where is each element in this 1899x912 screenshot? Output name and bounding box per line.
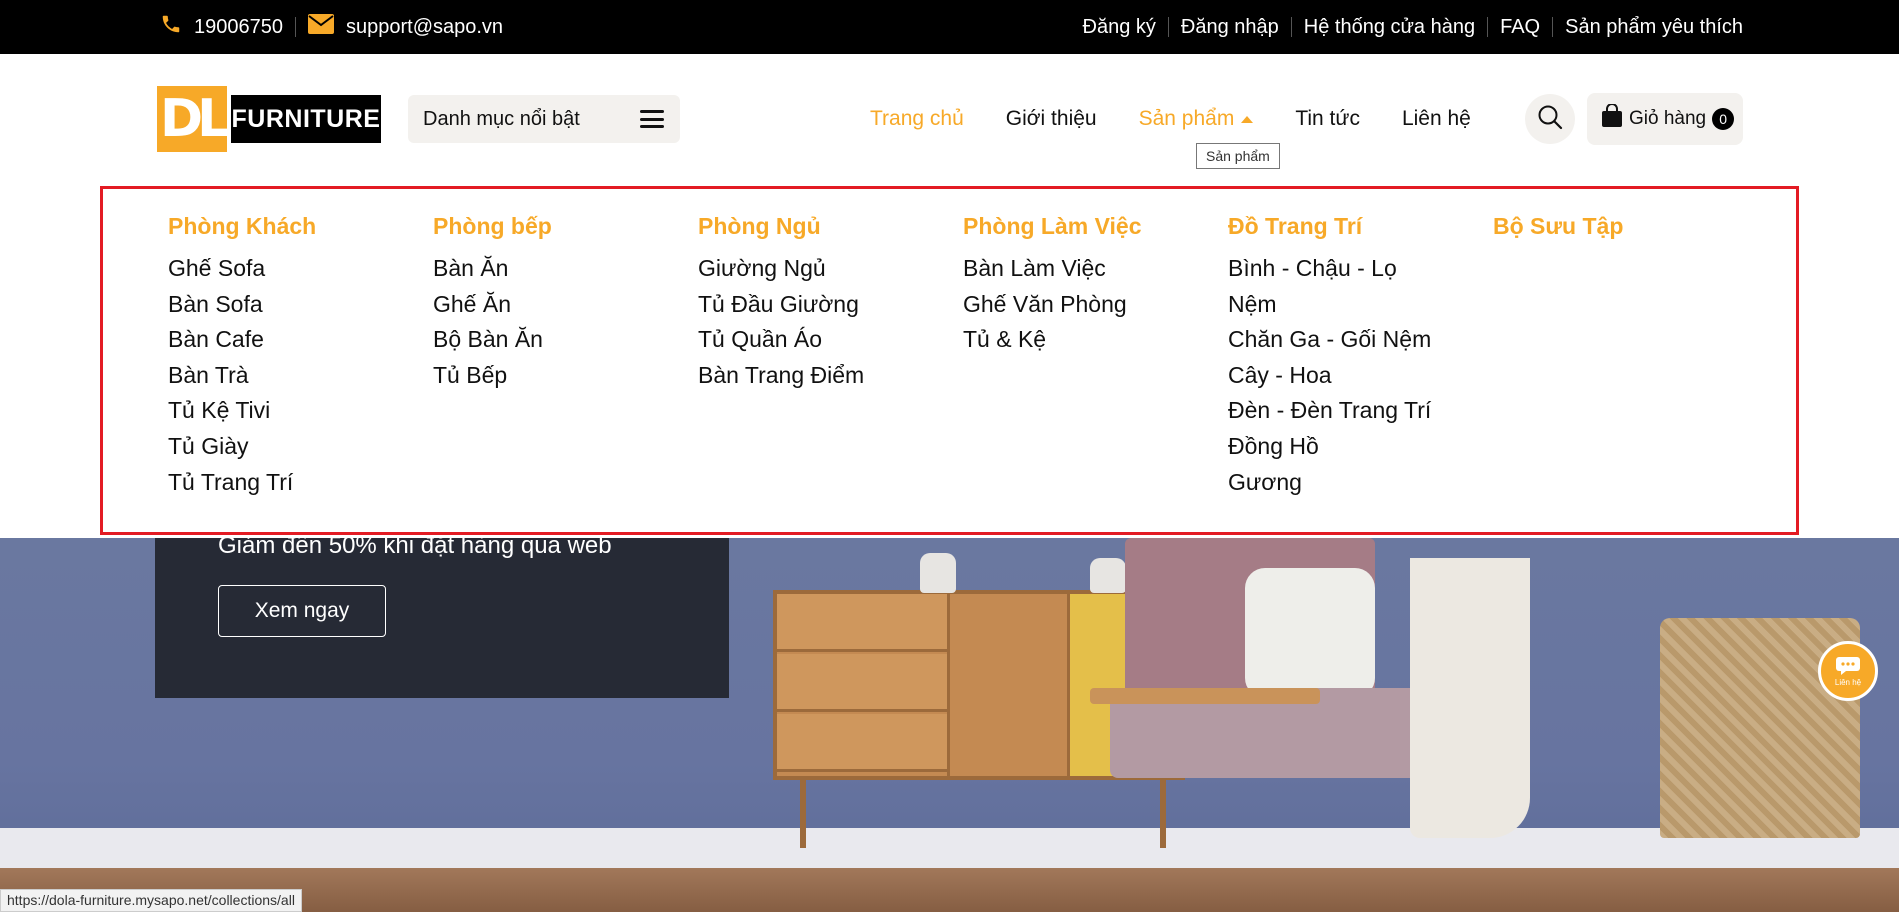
- menu-item[interactable]: Tủ Giày: [168, 429, 316, 465]
- email-address: support@sapo.vn: [345, 15, 504, 38]
- promo-box: Giảm đến 50% khi đặt hàng qua web Xem ng…: [155, 538, 729, 698]
- phone-number: 19006750: [194, 15, 283, 38]
- products-mega-menu: Phòng Khách Ghế Sofa Bàn Sofa Bàn Cafe B…: [100, 186, 1799, 535]
- menu-item[interactable]: Bình - Chậu - Lọ: [1228, 251, 1431, 287]
- topbar: 19006750 support@sapo.vn Đăng ký Đăng nh…: [0, 0, 1899, 54]
- menu-column-bedroom: Phòng Ngủ Giường Ngủ Tủ Đầu Giường Tủ Qu…: [698, 213, 864, 393]
- baseboard: [0, 828, 1899, 870]
- contact-chat-button[interactable]: Liên hệ: [1818, 641, 1878, 701]
- menu-item[interactable]: Đèn - Đèn Trang Trí: [1228, 393, 1431, 429]
- menu-column-living-room: Phòng Khách Ghế Sofa Bàn Sofa Bàn Cafe B…: [168, 213, 316, 500]
- menu-item[interactable]: Tủ & Kệ: [963, 322, 1142, 358]
- site-logo[interactable]: DL FURNITURE: [157, 86, 381, 152]
- envelope-icon: [307, 14, 334, 40]
- divider: [1290, 17, 1292, 37]
- caret-up-icon: [1241, 115, 1254, 123]
- menu-item[interactable]: Tủ Đầu Giường: [698, 287, 864, 323]
- nav-home[interactable]: Trang chủ: [870, 107, 964, 131]
- chat-icon: [1835, 656, 1861, 678]
- menu-item[interactable]: Ghế Văn Phòng: [963, 287, 1142, 323]
- email-link[interactable]: support@sapo.vn: [307, 14, 504, 40]
- menu-item[interactable]: Tủ Bếp: [433, 358, 552, 394]
- logo-mark: DL: [157, 86, 230, 152]
- menu-item[interactable]: Đồng Hồ: [1228, 429, 1431, 465]
- cart-label: Giỏ hàng: [1629, 108, 1707, 129]
- login-link[interactable]: Đăng nhập: [1181, 16, 1279, 39]
- chat-label: Liên hệ: [1834, 677, 1862, 687]
- column-title[interactable]: Phòng Ngủ: [698, 213, 864, 240]
- divider: [1487, 17, 1489, 37]
- browser-status-url: https://dola-furniture.mysapo.net/collec…: [0, 889, 302, 912]
- menu-column-kitchen: Phòng bếp Bàn Ăn Ghế Ăn Bộ Bàn Ăn Tủ Bếp: [433, 213, 552, 393]
- hamburger-icon: [640, 110, 664, 128]
- nav-news[interactable]: Tin tức: [1295, 107, 1360, 131]
- search-button[interactable]: [1525, 94, 1575, 144]
- main-nav: Trang chủ Giới thiệu Sản phẩm Tin tức Li…: [870, 107, 1513, 131]
- menu-item[interactable]: Bàn Trang Điểm: [698, 358, 864, 394]
- nav-products[interactable]: Sản phẩm: [1139, 107, 1254, 131]
- store-system-link[interactable]: Hệ thống cửa hàng: [1304, 16, 1475, 39]
- divider: [1167, 17, 1169, 37]
- nav-products-label: Sản phẩm: [1138, 107, 1235, 130]
- faq-link[interactable]: FAQ: [1500, 16, 1540, 39]
- cart-count-badge: 0: [1712, 108, 1735, 130]
- column-title[interactable]: Bộ Sưu Tập: [1493, 213, 1623, 240]
- menu-item[interactable]: Ghế Sofa: [168, 251, 316, 287]
- column-title[interactable]: Phòng Khách: [168, 213, 316, 240]
- menu-item[interactable]: Giường Ngủ: [698, 251, 864, 287]
- logo-mark-text: DL: [160, 89, 230, 149]
- hero-banner: Giảm đến 50% khi đặt hàng qua web Xem ng…: [0, 538, 1899, 912]
- column-title[interactable]: Đồ Trang Trí: [1228, 213, 1431, 240]
- menu-item[interactable]: Nệm: [1228, 287, 1431, 323]
- account-links: Đăng ký Đăng nhập Hệ thống cửa hàng FAQ …: [1083, 0, 1743, 54]
- divider: [294, 17, 296, 37]
- menu-item[interactable]: Cây - Hoa: [1228, 358, 1431, 394]
- promo-text: Giảm đến 50% khi đặt hàng qua web: [218, 538, 612, 559]
- register-link[interactable]: Đăng ký: [1083, 16, 1156, 39]
- contact-info: 19006750 support@sapo.vn: [160, 0, 503, 54]
- menu-item[interactable]: Bàn Ăn: [433, 251, 552, 287]
- nav-contact[interactable]: Liên hệ: [1402, 107, 1471, 131]
- menu-item[interactable]: Bàn Trà: [168, 358, 316, 394]
- phone-icon: [160, 13, 182, 41]
- search-icon: [1537, 104, 1563, 135]
- tooltip: Sản phẩm: [1196, 143, 1280, 169]
- menu-item[interactable]: Gương: [1228, 465, 1431, 501]
- logo-wordmark: FURNITURE: [231, 95, 381, 143]
- menu-item[interactable]: Ghế Ăn: [433, 287, 552, 323]
- menu-item[interactable]: Tủ Quần Áo: [698, 322, 864, 358]
- phone-link[interactable]: 19006750: [160, 13, 283, 41]
- menu-column-collection: Bộ Sưu Tập: [1493, 213, 1623, 251]
- category-menu-button[interactable]: Danh mục nổi bật: [408, 95, 680, 143]
- cart-button[interactable]: Giỏ hàng 0: [1587, 93, 1743, 145]
- menu-item[interactable]: Bộ Bàn Ăn: [433, 322, 552, 358]
- menu-item[interactable]: Tủ Kệ Tivi: [168, 393, 316, 429]
- menu-item[interactable]: Tủ Trang Trí: [168, 465, 316, 501]
- menu-item[interactable]: Bàn Làm Việc: [963, 251, 1142, 287]
- menu-item[interactable]: Bàn Sofa: [168, 287, 316, 323]
- menu-column-decor: Đồ Trang Trí Bình - Chậu - Lọ Nệm Chăn G…: [1228, 213, 1431, 500]
- menu-item[interactable]: Chăn Ga - Gối Nệm: [1228, 322, 1431, 358]
- column-title[interactable]: Phòng bếp: [433, 213, 552, 240]
- category-button-label: Danh mục nổi bật: [423, 107, 580, 130]
- column-title[interactable]: Phòng Làm Việc: [963, 213, 1142, 240]
- nav-about[interactable]: Giới thiệu: [1006, 107, 1097, 131]
- shop-now-button[interactable]: Xem ngay: [218, 585, 386, 637]
- divider: [1552, 17, 1554, 37]
- shopping-bag-icon: [1601, 103, 1623, 134]
- menu-column-office: Phòng Làm Việc Bàn Làm Việc Ghế Văn Phòn…: [963, 213, 1142, 358]
- wishlist-link[interactable]: Sản phẩm yêu thích: [1565, 16, 1743, 39]
- menu-item[interactable]: Bàn Cafe: [168, 322, 316, 358]
